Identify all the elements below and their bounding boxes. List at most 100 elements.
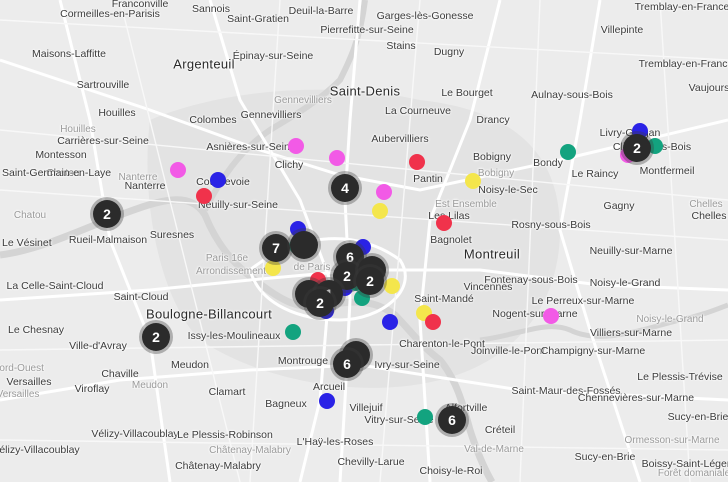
map-marker-magenta[interactable] — [329, 150, 345, 166]
place-label: Tremblay-en-France — [638, 57, 728, 70]
place-label: Aubervilliers — [371, 132, 429, 145]
place-label: Vélizy-Villacoublay — [91, 427, 179, 440]
place-label: Neuilly-sur-Seine — [198, 198, 278, 211]
place-label: Arcueil — [312, 380, 346, 393]
place-label: Rueil-Malmaison — [68, 233, 148, 246]
map-marker-magenta[interactable] — [376, 184, 392, 200]
place-label: Deuil-la-Barre — [288, 4, 354, 17]
place-label: Stains — [386, 39, 416, 52]
marker-cluster[interactable]: 2 — [306, 289, 334, 317]
place-label: Vincennes — [463, 280, 513, 293]
place-label: Meudon — [171, 358, 209, 371]
place-label: Ville-d'Avray — [69, 339, 127, 352]
place-label: Montreuil — [463, 246, 521, 262]
cluster-count: 2 — [152, 329, 160, 345]
place-label: Vaujours — [688, 81, 728, 94]
place-label: Le Raincy — [571, 167, 619, 180]
map-marker-red[interactable] — [436, 215, 452, 231]
marker-cluster[interactable]: 2 — [623, 134, 651, 162]
place-label: Cormeilles-en-Parisis — [60, 7, 160, 20]
place-label: Houilles — [60, 124, 96, 135]
map-marker-yellow[interactable] — [265, 260, 281, 276]
place-label: Le Chesnay — [7, 323, 65, 336]
marker-cluster[interactable]: 7 — [262, 234, 290, 262]
place-label: Chelles — [689, 199, 723, 210]
marker-cluster[interactable] — [290, 231, 318, 259]
place-label: La Courneuve — [385, 104, 451, 117]
place-label: Montfermeil — [639, 164, 695, 177]
place-label: Bondy — [533, 156, 563, 169]
place-label: Suresnes — [149, 228, 195, 241]
map-marker-magenta[interactable] — [543, 308, 559, 324]
cluster-count: 2 — [366, 273, 374, 289]
cluster-count: 7 — [272, 240, 280, 256]
place-label: Saint-Gratien — [227, 12, 289, 25]
map-marker-red[interactable] — [425, 314, 441, 330]
place-label: Garges-lès-Gonesse — [376, 9, 474, 22]
map-marker-green[interactable] — [417, 409, 433, 425]
place-label: La Celle-Saint-Cloud — [6, 279, 104, 292]
place-label: Rosny-sous-Bois — [511, 218, 591, 231]
map-marker-green[interactable] — [285, 324, 301, 340]
place-label: Saint-Mandé — [414, 292, 474, 305]
place-label: Clamart — [208, 385, 246, 398]
place-label: Vélizy-Villacoublay — [0, 443, 80, 456]
map-marker-blue[interactable] — [210, 172, 226, 188]
map-marker-red[interactable] — [409, 154, 425, 170]
place-label: Drancy — [476, 113, 510, 126]
cluster-count: 6 — [343, 356, 351, 372]
map-marker-magenta[interactable] — [170, 162, 186, 178]
place-label: Châtenay-Malabry — [175, 459, 261, 472]
cluster-count: 2 — [633, 140, 641, 156]
place-label: Nanterre — [124, 179, 166, 192]
place-label: Saint-Denis — [329, 83, 401, 99]
place-label: Chaville — [101, 367, 139, 380]
marker-cluster[interactable]: 2 — [356, 267, 384, 295]
place-label: Champigny-sur-Marne — [540, 344, 646, 357]
map-canvas[interactable]: Franconville Sannois Deuil-la-Barre Cormeil… — [0, 0, 728, 482]
place-label: Montesson — [35, 148, 87, 161]
place-label: Chevilly-Larue — [337, 455, 405, 468]
place-label: Villepinte — [600, 23, 644, 36]
place-label: Le Bourget — [441, 86, 493, 99]
place-label: Sartrouville — [76, 78, 130, 91]
place-label: Asnières-sur-Seine — [206, 140, 296, 153]
place-label: Carrières-sur-Seine — [57, 134, 149, 147]
place-label: Meudon — [131, 380, 169, 391]
place-label: Paris 16e — [205, 253, 249, 264]
place-label: de Paris — [293, 262, 331, 273]
place-label: Le Perreux-sur-Marne — [531, 294, 635, 307]
map-marker-blue[interactable] — [319, 393, 335, 409]
map-marker-blue[interactable] — [382, 314, 398, 330]
place-label: Châtenay-Malabry — [209, 445, 291, 456]
place-label: Épinay-sur-Seine — [232, 49, 314, 62]
map-marker-yellow[interactable] — [384, 278, 400, 294]
place-label: Noisy-le-Sec — [478, 183, 538, 196]
map-marker-magenta[interactable] — [288, 138, 304, 154]
place-label: Sannois — [192, 2, 230, 15]
marker-cluster[interactable]: 6 — [333, 350, 361, 378]
marker-cluster[interactable]: 4 — [331, 174, 359, 202]
place-label: Chelles — [691, 209, 727, 222]
marker-cluster[interactable]: 6 — [438, 406, 466, 434]
marker-cluster[interactable]: 2 — [142, 323, 170, 351]
map-marker-red[interactable] — [196, 188, 212, 204]
place-label: Le Plessis-Robinson — [177, 428, 273, 441]
map-marker-yellow[interactable] — [372, 203, 388, 219]
place-label: Versailles — [0, 389, 40, 400]
place-label: L'Haÿ-les-Roses — [296, 435, 374, 448]
map-marker-yellow[interactable] — [465, 173, 481, 189]
place-label: Villejuif — [349, 401, 383, 414]
place-label: Dugny — [433, 45, 465, 58]
place-label: Nogent-sur-Marne — [492, 307, 578, 320]
place-label: Montrouge — [277, 354, 329, 367]
place-label: Forêt domaniale — [657, 468, 728, 479]
place-label: Pierrefitte-sur-Seine — [320, 23, 414, 36]
place-label: Tremblay-en-France — [634, 0, 728, 13]
place-label: Houilles — [98, 106, 136, 119]
place-label: Villiers-sur-Marne — [589, 326, 673, 339]
place-label: Bagnolet — [430, 233, 472, 246]
map-marker-green[interactable] — [560, 144, 576, 160]
place-label: Le Plessis-Trévise — [637, 370, 723, 383]
marker-cluster[interactable]: 2 — [93, 200, 121, 228]
